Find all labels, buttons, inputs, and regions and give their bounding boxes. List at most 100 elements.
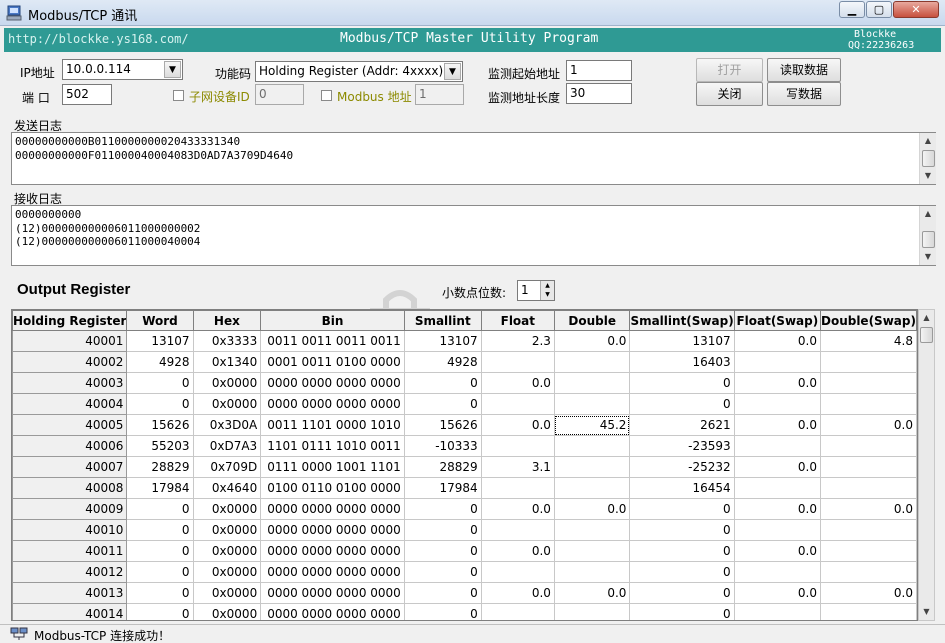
ip-address-combo[interactable]: 10.0.0.114 ▼ <box>62 59 183 80</box>
row-header-cell[interactable]: 40004 <box>12 393 128 415</box>
table-cell[interactable] <box>553 393 631 415</box>
column-header[interactable]: Double <box>553 310 631 331</box>
table-cell[interactable]: 0x0000 <box>192 540 262 562</box>
table-cell[interactable]: 0.0 <box>819 498 917 520</box>
table-cell[interactable]: -23593 <box>629 435 735 457</box>
table-cell[interactable]: 1101 0111 1010 0011 <box>260 435 405 457</box>
table-cell[interactable]: 0x3333 <box>192 330 262 352</box>
table-cell[interactable]: 0000 0000 0000 0000 <box>260 561 405 583</box>
table-cell[interactable] <box>819 372 917 394</box>
table-cell[interactable]: 0x0000 <box>192 498 262 520</box>
table-cell[interactable]: 2.3 <box>480 330 555 352</box>
table-cell[interactable] <box>819 603 917 620</box>
table-cell[interactable]: 0 <box>629 393 735 415</box>
table-cell[interactable]: 0 <box>126 498 194 520</box>
table-cell[interactable]: 4928 <box>403 351 482 373</box>
table-cell[interactable] <box>819 540 917 562</box>
send-log-scrollbar[interactable]: ▲ ▼ <box>919 133 936 184</box>
table-cell[interactable]: 0000 0000 0000 0000 <box>260 498 405 520</box>
table-row[interactable]: 40012 0 0x0000 0000 0000 0000 0000 0 0 <box>12 561 917 583</box>
table-cell[interactable] <box>553 372 631 394</box>
row-header-cell[interactable]: 40008 <box>12 477 128 499</box>
table-cell[interactable]: 15626 <box>126 414 194 436</box>
table-cell[interactable] <box>480 519 555 541</box>
table-cell[interactable]: 0 <box>403 561 482 583</box>
table-cell[interactable]: 0.0 <box>819 582 917 604</box>
row-header-cell[interactable]: 40003 <box>12 372 128 394</box>
table-cell[interactable]: 0 <box>403 603 482 620</box>
table-cell[interactable]: 0000 0000 0000 0000 <box>260 519 405 541</box>
table-cell[interactable]: 16454 <box>629 477 735 499</box>
table-cell[interactable]: 0 <box>629 372 735 394</box>
table-cell[interactable]: 0x0000 <box>192 519 262 541</box>
row-header-cell[interactable]: 40014 <box>12 603 128 620</box>
table-cell[interactable]: 13107 <box>126 330 194 352</box>
scroll-down-icon[interactable]: ▼ <box>920 168 936 184</box>
table-cell[interactable]: 0001 0011 0100 0000 <box>260 351 405 373</box>
table-row[interactable]: 40008 17984 0x4640 0100 0110 0100 0000 17984… <box>12 477 917 499</box>
table-cell[interactable]: 0.0 <box>480 582 555 604</box>
table-row[interactable]: 40010 0 0x0000 0000 0000 0000 0000 0 0 <box>12 519 917 541</box>
table-cell[interactable]: 0.0 <box>733 456 821 478</box>
table-cell[interactable] <box>819 351 917 373</box>
close-window-button[interactable]: ✕ <box>893 1 939 18</box>
column-header[interactable]: Bin <box>260 310 405 331</box>
table-cell[interactable]: 0 <box>126 561 194 583</box>
table-cell[interactable]: 0011 0011 0011 0011 <box>260 330 405 352</box>
row-header-cell[interactable]: 40013 <box>12 582 128 604</box>
function-code-combo[interactable]: Holding Register (Addr: 4xxxx) ▼ <box>255 61 463 82</box>
table-cell[interactable]: 17984 <box>126 477 194 499</box>
table-cell[interactable] <box>733 561 821 583</box>
table-cell[interactable] <box>819 477 917 499</box>
table-cell[interactable]: 0000 0000 0000 0000 <box>260 540 405 562</box>
table-cell[interactable]: 16403 <box>629 351 735 373</box>
spinner-arrows-icon[interactable]: ▲ ▼ <box>540 281 554 300</box>
table-cell[interactable]: 45.2 <box>553 414 631 436</box>
table-cell[interactable]: 0 <box>403 540 482 562</box>
column-header[interactable]: Double(Swap) <box>819 310 917 331</box>
table-cell[interactable]: 0 <box>126 582 194 604</box>
table-cell[interactable]: 4928 <box>126 351 194 373</box>
table-cell[interactable] <box>553 519 631 541</box>
table-cell[interactable]: 0 <box>403 498 482 520</box>
table-row[interactable]: 40007 28829 0x709D 0111 0000 1001 1101 28829… <box>12 456 917 478</box>
table-cell[interactable] <box>819 561 917 583</box>
column-header[interactable]: Smallint <box>403 310 482 331</box>
table-cell[interactable]: -25232 <box>629 456 735 478</box>
table-cell[interactable]: 4.8 <box>819 330 917 352</box>
table-cell[interactable]: 0 <box>126 540 194 562</box>
table-cell[interactable]: 0x0000 <box>192 393 262 415</box>
column-header[interactable]: Float <box>480 310 555 331</box>
table-cell[interactable]: 0 <box>403 519 482 541</box>
table-row[interactable]: 40013 0 0x0000 0000 0000 0000 0000 0 0.0 0.0 0 0… <box>12 582 917 604</box>
scroll-up-icon[interactable]: ▲ <box>920 206 936 222</box>
maximize-button[interactable]: ▢ <box>866 1 892 18</box>
table-cell[interactable]: 0.0 <box>553 582 631 604</box>
table-cell[interactable] <box>733 603 821 620</box>
table-cell[interactable]: 0 <box>403 582 482 604</box>
table-cell[interactable] <box>480 435 555 457</box>
table-cell[interactable]: 0.0 <box>733 330 821 352</box>
column-header[interactable]: Smallint(Swap) <box>629 310 735 331</box>
modbus-address-checkbox[interactable] <box>321 90 332 101</box>
row-header-cell[interactable]: 40012 <box>12 561 128 583</box>
table-cell[interactable]: 55203 <box>126 435 194 457</box>
table-cell[interactable]: 0.0 <box>733 372 821 394</box>
table-cell[interactable]: 0x0000 <box>192 561 262 583</box>
table-cell[interactable]: 0000 0000 0000 0000 <box>260 372 405 394</box>
table-cell[interactable]: 0x0000 <box>192 582 262 604</box>
table-cell[interactable]: 0x0000 <box>192 372 262 394</box>
table-cell[interactable] <box>733 519 821 541</box>
start-address-input[interactable]: 1 <box>566 60 632 81</box>
column-header[interactable]: Word <box>126 310 194 331</box>
subnet-id-checkbox[interactable] <box>173 90 184 101</box>
scroll-thumb[interactable] <box>922 231 935 248</box>
table-cell[interactable] <box>819 456 917 478</box>
table-row[interactable]: 40006 55203 0xD7A3 1101 0111 1010 0011 -1033… <box>12 435 917 457</box>
table-cell[interactable] <box>819 519 917 541</box>
table-cell[interactable]: 15626 <box>403 414 482 436</box>
table-cell[interactable]: 0x4640 <box>192 477 262 499</box>
table-cell[interactable] <box>553 351 631 373</box>
table-cell[interactable]: 0x3D0A <box>192 414 262 436</box>
table-cell[interactable]: 0000 0000 0000 0000 <box>260 582 405 604</box>
